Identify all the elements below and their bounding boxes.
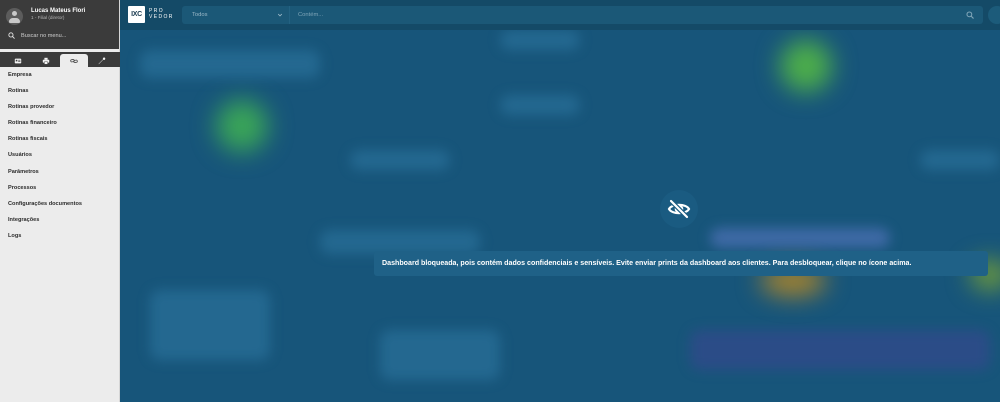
user-subtitle: 1 - Filial (diretor)	[31, 15, 65, 20]
blurred-card	[500, 30, 580, 50]
search-filter-select[interactable]: Todos	[182, 6, 290, 24]
search-icon	[966, 11, 974, 19]
sidebar-item-parametros[interactable]: Parâmetros	[0, 167, 120, 183]
sidebar-search-input[interactable]	[21, 32, 111, 39]
sidebar-item-empresa[interactable]: Empresa	[0, 70, 120, 86]
global-search-input[interactable]	[290, 12, 961, 18]
global-search-bar: Todos	[182, 6, 983, 24]
search-icon	[8, 32, 15, 39]
global-search-button[interactable]	[961, 6, 979, 24]
blurred-card	[350, 150, 450, 170]
sidebar-item-integracoes[interactable]: Integrações	[0, 215, 120, 231]
tab-relatorios[interactable]	[32, 54, 60, 67]
sidebar-item-usuarios[interactable]: Usuários	[0, 150, 120, 166]
sidebar-item-rotinas[interactable]: Rotinas	[0, 86, 120, 102]
blurred-card	[150, 290, 270, 360]
id-card-icon	[14, 58, 22, 63]
tab-cadastros[interactable]	[4, 54, 32, 67]
sidebar-item-processos[interactable]: Processos	[0, 183, 120, 199]
eye-slash-icon	[667, 199, 691, 219]
logo-text: PRO VEDOR	[149, 8, 174, 20]
printer-icon	[42, 57, 50, 64]
top-header: IXC PRO VEDOR Todos	[120, 0, 1000, 30]
dashboard-area	[120, 30, 1000, 402]
sidebar-search	[0, 29, 120, 42]
blurred-widget	[216, 100, 268, 152]
unlock-dashboard-button[interactable]	[660, 190, 698, 228]
blurred-card	[380, 330, 500, 380]
dashboard-locked-notice: Dashboard bloqueada, pois contém dados c…	[374, 251, 988, 276]
tab-integracoes[interactable]	[60, 54, 88, 67]
sidebar-item-rotinas-fiscais[interactable]: Rotinas fiscais	[0, 134, 120, 150]
link-icon	[70, 58, 78, 63]
blurred-widget	[780, 40, 832, 92]
logo-mark: IXC	[128, 6, 145, 23]
blurred-card	[710, 228, 890, 248]
sidebar-menu: Empresa Rotinas Rotinas provedor Rotinas…	[0, 70, 120, 247]
sidebar: Lucas Mateus Flori 1 - Filial (diretor)	[0, 0, 120, 402]
tab-configuracoes[interactable]	[88, 54, 116, 67]
user-name: Lucas Mateus Flori	[31, 8, 86, 14]
sidebar-item-configuracoes-documentos[interactable]: Configurações documentos	[0, 199, 120, 215]
blurred-card	[140, 50, 320, 78]
blurred-card	[920, 150, 1000, 170]
search-filter-value: Todos	[192, 12, 208, 18]
blurred-card	[690, 330, 990, 370]
header-user-button[interactable]	[988, 6, 1000, 24]
sidebar-item-rotinas-financeiro[interactable]: Rotinas financeiro	[0, 118, 120, 134]
blurred-card	[500, 95, 580, 115]
brand-logo[interactable]: IXC PRO VEDOR	[128, 6, 174, 23]
sidebar-item-rotinas-provedor[interactable]: Rotinas provedor	[0, 102, 120, 118]
wrench-icon	[98, 57, 106, 64]
sidebar-item-logs[interactable]: Logs	[0, 231, 120, 247]
chevron-down-icon	[277, 13, 283, 17]
avatar[interactable]	[6, 8, 23, 25]
sidebar-tabs	[0, 52, 120, 67]
